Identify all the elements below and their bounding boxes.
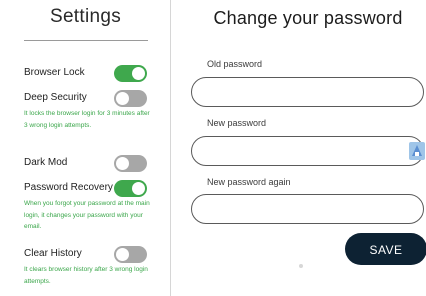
key-icon[interactable] xyxy=(409,142,425,160)
clear-history-toggle[interactable] xyxy=(114,246,147,263)
decorative-dot xyxy=(299,264,303,268)
old-password-label: Old password xyxy=(207,59,263,69)
save-button[interactable]: SAVE xyxy=(345,233,426,265)
sidebar-divider xyxy=(24,40,148,41)
new-password-again-label: New password again xyxy=(207,177,291,187)
toggle-knob xyxy=(132,67,145,80)
toggle-knob xyxy=(116,248,129,261)
new-password-again-field[interactable] xyxy=(191,194,424,224)
browser-lock-toggle[interactable] xyxy=(114,65,147,82)
settings-sidebar: Settings Browser Lock Deep Security It l… xyxy=(0,0,171,296)
clear-history-description: It clears browser history after 3 wrong … xyxy=(24,266,148,285)
dark-mode-toggle[interactable] xyxy=(114,155,147,172)
password-recovery-description: When you forgot your password at the mai… xyxy=(24,200,150,230)
clear-history-label: Clear History xyxy=(24,248,82,259)
deep-security-toggle[interactable] xyxy=(114,90,147,107)
deep-security-label: Deep Security xyxy=(24,92,87,103)
old-password-field[interactable] xyxy=(191,77,424,107)
deep-security-description: It locks the browser login for 3 minutes… xyxy=(24,110,150,129)
password-recovery-toggle[interactable] xyxy=(114,180,147,197)
sidebar-title: Settings xyxy=(49,6,122,27)
new-password-label: New password xyxy=(207,118,267,128)
toggle-knob xyxy=(132,182,145,195)
dark-mode-label: Dark Mod xyxy=(24,157,68,168)
browser-lock-label: Browser Lock xyxy=(24,67,85,78)
toggle-knob xyxy=(116,157,129,170)
toggle-knob xyxy=(116,92,129,105)
password-recovery-label: Password Recovery xyxy=(24,182,113,193)
page-title: Change your password xyxy=(213,8,403,28)
new-password-field[interactable] xyxy=(191,136,424,166)
